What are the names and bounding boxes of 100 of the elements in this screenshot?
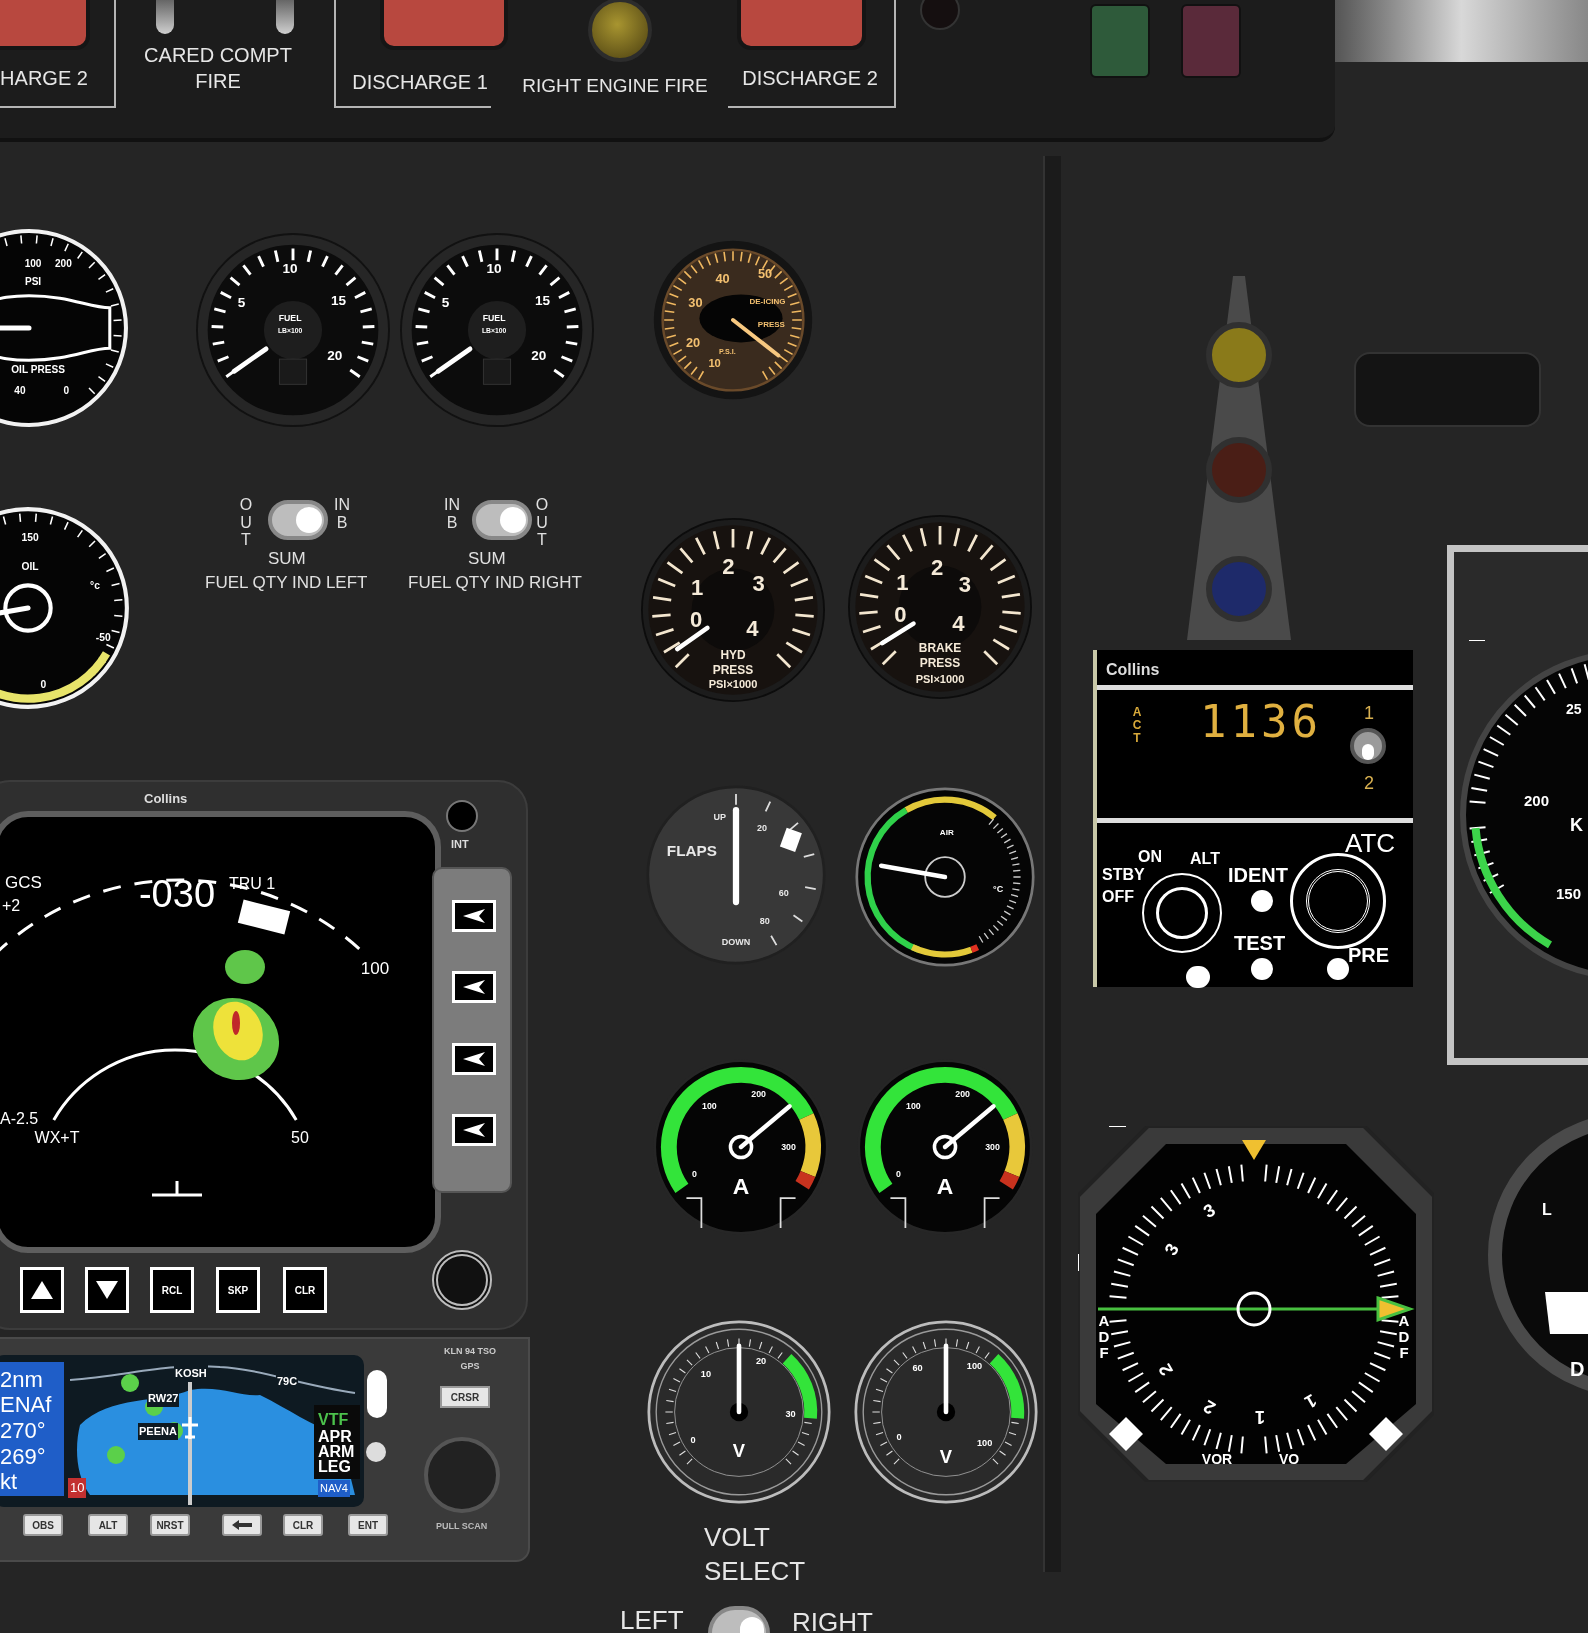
gauge-needle [879, 621, 916, 646]
alert-badge: 10 [68, 1478, 87, 1498]
gauge-label: PSI×1000 [915, 672, 965, 685]
rocker-button[interactable] [367, 1370, 387, 1418]
radar-key[interactable] [85, 1267, 129, 1313]
gauge-label: °c [90, 580, 100, 592]
gps-key[interactable] [222, 1514, 262, 1536]
gauge-label: 100 [906, 1100, 921, 1111]
gauge-label: 20 [755, 1355, 767, 1366]
brand-label: Collins [1106, 660, 1160, 680]
gps-readout: 269° [0, 1445, 46, 1469]
gps-key[interactable]: NRST [150, 1514, 190, 1536]
instrument-label: L [1542, 1201, 1552, 1218]
switch-position-label: RIGHT [792, 1606, 873, 1633]
mode-annunciator: ARM [318, 1444, 355, 1460]
switch-label: CARED COMPT FIRE [143, 43, 293, 94]
gauge-label: 1 [691, 574, 704, 600]
gauge-needle [674, 625, 710, 652]
gauge-label: PRESS [757, 319, 785, 329]
gauge-label: V [732, 1440, 746, 1462]
radar-key[interactable] [20, 1267, 64, 1313]
gauge-label: OIL [21, 560, 39, 572]
gps-key[interactable]: OBS [23, 1514, 63, 1536]
gauge-label: 100 [966, 1361, 983, 1372]
radar-readout: 100 [360, 959, 390, 979]
toggle-switch[interactable] [156, 0, 174, 34]
gauge-needle [0, 325, 32, 331]
gauge-label: 80 [759, 916, 770, 927]
radar-readout: -030 [138, 873, 216, 916]
gauge-label: HYD [720, 648, 746, 663]
gauge-label: 40 [14, 385, 26, 397]
radar-key[interactable]: CLR [283, 1267, 327, 1313]
radar-readout: GCS [5, 873, 42, 893]
gauge-label: 200 [751, 1088, 766, 1099]
radar-readout: A-2.5 [0, 1110, 39, 1128]
cursor-button[interactable]: CRSR [440, 1386, 490, 1408]
gauge-label: FLAPS [666, 841, 717, 859]
gauge-label: 1 [896, 569, 909, 595]
triangle-left-icon [463, 1052, 485, 1066]
side-key-button[interactable] [452, 900, 496, 932]
gauge-label: 20 [685, 335, 701, 351]
switch-position-label: SUM [268, 548, 306, 570]
side-key-button[interactable] [452, 1114, 496, 1146]
gauge-label: 300 [781, 1142, 796, 1153]
gauge-label: 4 [746, 616, 759, 642]
side-key-button[interactable] [452, 971, 496, 1003]
toggle-switch[interactable] [276, 0, 294, 34]
gauge-label: A [936, 1172, 954, 1199]
airspeed-label: 200 [1524, 791, 1550, 809]
test-label: TEST [1234, 931, 1286, 956]
compass-number: 3 [1160, 1240, 1184, 1259]
gps-key[interactable]: ALT [88, 1514, 128, 1536]
knob-label: INT [451, 837, 469, 852]
gauge-label: PSI [24, 276, 42, 288]
gauge-label: 0 [895, 1169, 901, 1180]
gauge-label: PRESS [712, 662, 754, 677]
airspeed-label: K [1570, 814, 1583, 835]
gauge-label: 20 [757, 822, 768, 833]
gauge-label: 0 [690, 1434, 696, 1445]
pointer-label: ADF [1098, 1312, 1110, 1361]
compass-number: 2 [1154, 1360, 1178, 1379]
toggle-switch[interactable] [472, 500, 532, 540]
toggle-switch[interactable] [708, 1606, 770, 1633]
knob-label: PULL SCAN [436, 1520, 488, 1533]
toggle-switch[interactable] [268, 500, 328, 540]
gauge-label: 10 [700, 1368, 711, 1379]
map-label: PEENA [138, 1423, 178, 1440]
mode-label: ALT [1190, 850, 1220, 868]
gauge-label: PRESS [919, 656, 961, 671]
switch-position-label: LEFT [620, 1604, 684, 1633]
map-label: RW27 [147, 1390, 180, 1407]
gauge-label: 30 [688, 295, 703, 311]
triangle-left-icon [463, 909, 485, 923]
mode-label: ON [1138, 848, 1162, 866]
aircraft-symbol [150, 1179, 204, 1197]
instrument-label: D [1570, 1358, 1585, 1380]
gauge-label: 15 [535, 292, 551, 308]
gauge-label: FUEL [278, 312, 302, 323]
side-key-button[interactable] [452, 1043, 496, 1075]
gauge-label: 60 [778, 888, 789, 899]
code-knob[interactable] [1290, 853, 1386, 949]
gauge-label: 4 [952, 611, 965, 637]
pointer-label: VO [1278, 1450, 1300, 1467]
ident-label: IDENT [1228, 863, 1288, 888]
mode-label: OFF [1102, 888, 1134, 906]
gps-key[interactable]: CLR [283, 1514, 323, 1536]
radar-key[interactable]: SKP [216, 1267, 260, 1313]
gauge-label: 0 [63, 385, 70, 397]
discharge-button[interactable] [380, 0, 508, 50]
gauge-needle [231, 346, 269, 374]
gauge-label: 100 [702, 1100, 717, 1111]
radar-key[interactable]: RCL [150, 1267, 194, 1313]
gauge-label: 0 [894, 602, 907, 628]
switch-position-label: SUM [468, 548, 506, 570]
mode-knob[interactable] [1142, 873, 1222, 953]
gps-key[interactable]: ENT [348, 1514, 388, 1536]
knob-center [1156, 887, 1208, 939]
pointer-label: ADF [1398, 1312, 1410, 1361]
compass-number: 2 [1200, 1395, 1219, 1419]
discharge-button[interactable] [737, 0, 866, 50]
